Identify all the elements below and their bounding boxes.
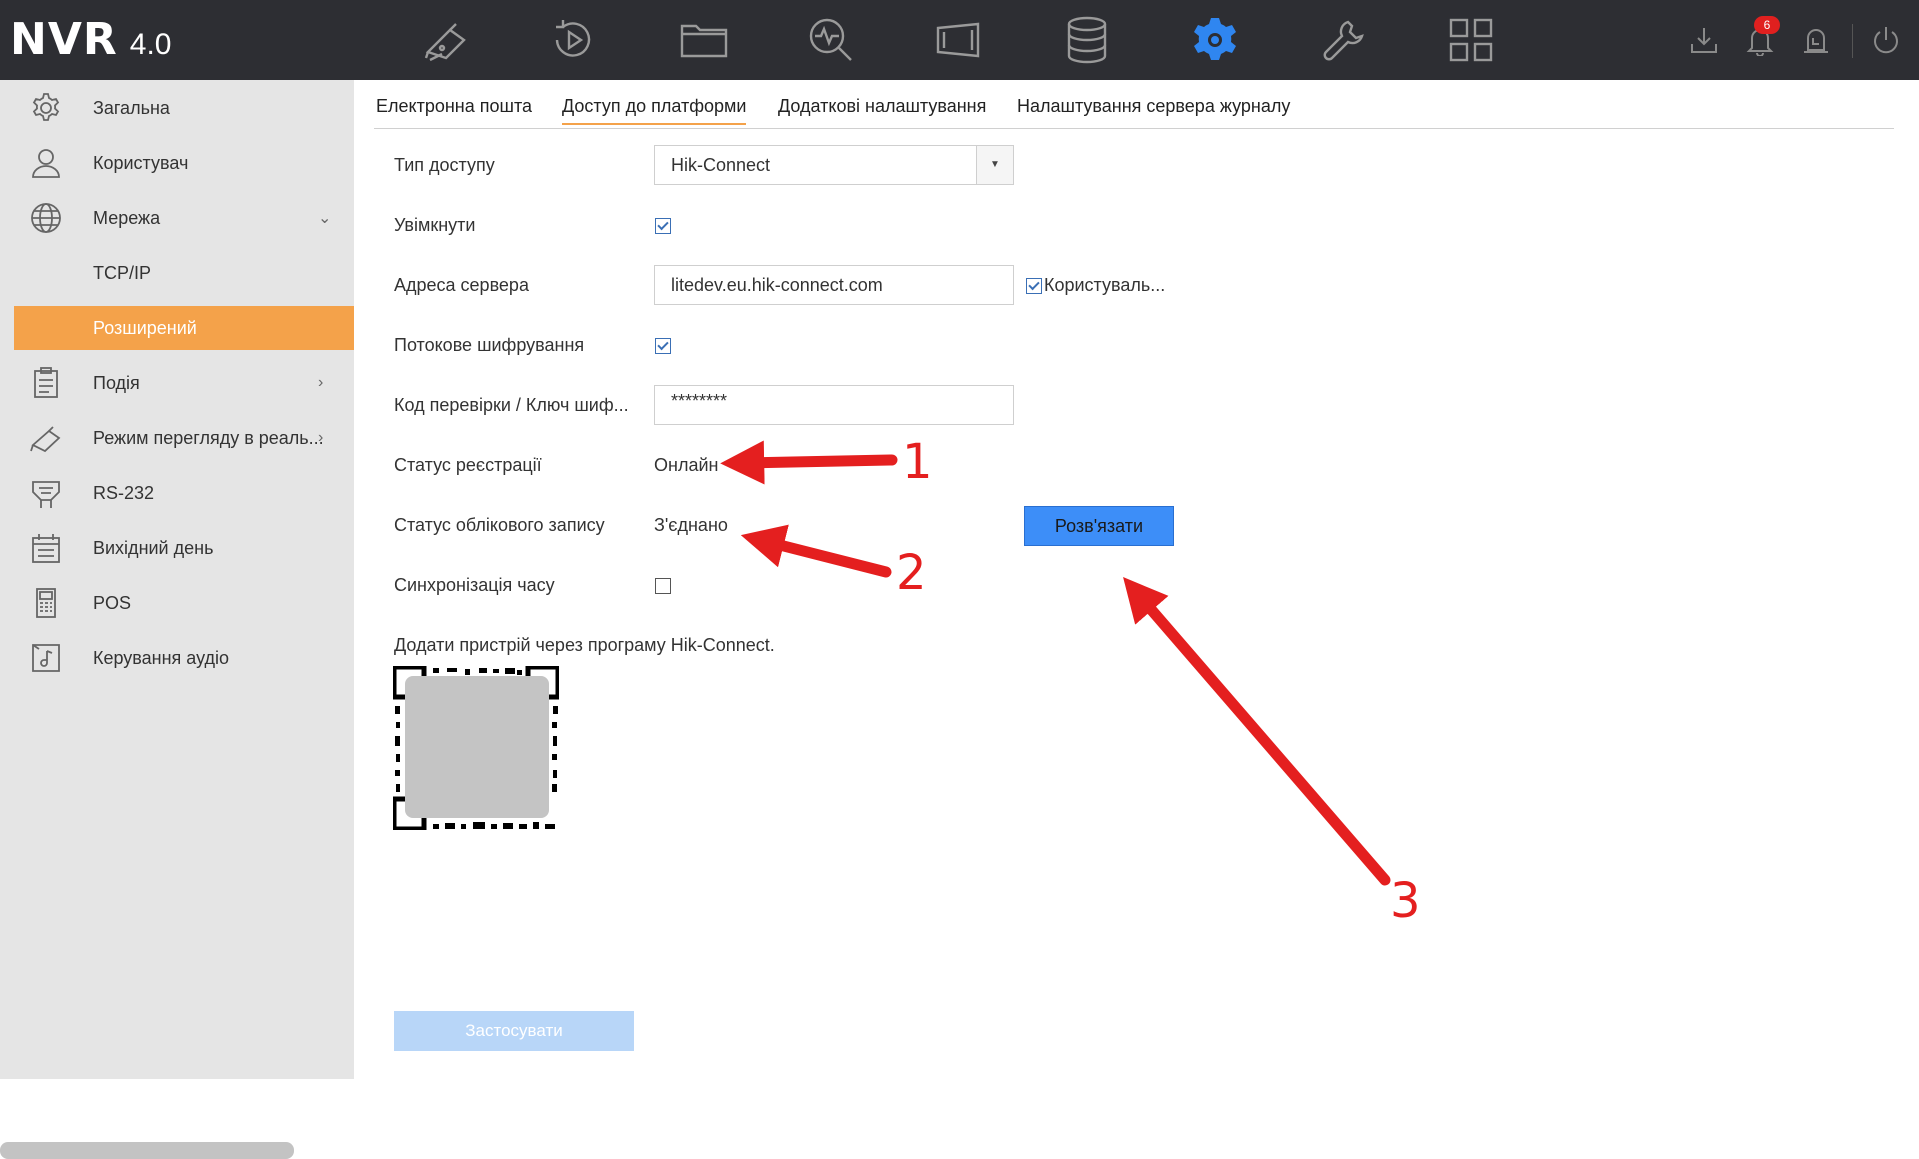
tab-platform-access[interactable]: Доступ до платформи [562, 96, 747, 125]
camera-icon [28, 420, 64, 456]
time-sync-checkbox[interactable] [655, 578, 671, 594]
annotation-number-1: 1 [902, 434, 933, 490]
settings-gear-icon[interactable] [1187, 12, 1243, 68]
annotation-arrow-3 [1123, 577, 1391, 886]
sidebar-item-label: TCP/IP [93, 262, 152, 283]
sidebar-item-pos[interactable]: POS [0, 581, 354, 625]
top-navigation-bar: NVR 4.0 6 [0, 0, 1919, 80]
chevron-down-icon[interactable]: ▼ [976, 146, 1013, 184]
sidebar-item-audio[interactable]: Керування аудіо [0, 636, 354, 680]
rs232-icon [28, 475, 64, 511]
file-folder-icon[interactable] [676, 12, 732, 68]
unbind-button[interactable]: Розв'язати [1024, 506, 1174, 546]
sidebar-item-live-view[interactable]: Режим перегляду в реаль... › [0, 416, 354, 460]
sidebar-item-label: Розширений [93, 317, 197, 338]
stream-encryption-checkbox[interactable] [655, 338, 671, 354]
custom-server-label: Користуваль... [1044, 275, 1166, 295]
verification-code-value: ******** [671, 391, 728, 411]
sidebar-item-user[interactable]: Користувач [0, 141, 354, 185]
account-status-value: З'єднано [654, 515, 728, 535]
enable-checkbox[interactable] [655, 218, 671, 234]
sidebar-item-rs232[interactable]: RS-232 [0, 471, 354, 515]
sidebar-item-label: Мережа [93, 207, 161, 228]
server-address-value: litedev.eu.hik-connect.com [671, 275, 883, 295]
registration-status-label: Статус реєстрації [394, 455, 542, 475]
sidebar-subitem-tcpip[interactable]: TCP/IP [0, 251, 354, 295]
smart-search-icon[interactable] [803, 12, 859, 68]
topbar-divider [1852, 24, 1853, 58]
sidebar-item-label: Загальна [93, 97, 170, 118]
playback-icon[interactable] [545, 12, 601, 68]
server-address-label: Адреса сервера [394, 275, 529, 295]
user-icon [28, 145, 64, 181]
settings-tabs: Електронна пошта Доступ до платформи Дод… [374, 90, 1894, 129]
maintenance-wrench-icon[interactable] [1316, 12, 1372, 68]
server-address-field[interactable]: litedev.eu.hik-connect.com [654, 265, 1014, 305]
brand-name: NVR [10, 14, 118, 65]
annotation-number-3: 3 [1390, 873, 1421, 929]
download-icon[interactable] [1684, 20, 1724, 60]
qr-code [391, 664, 561, 832]
live-view-camera-icon[interactable] [418, 12, 474, 68]
verification-code-label: Код перевірки / Ключ шиф... [394, 395, 629, 415]
tab-email[interactable]: Електронна пошта [376, 96, 532, 117]
verification-code-field[interactable]: ******** [654, 385, 1014, 425]
sidebar-item-event[interactable]: Подія › [0, 361, 354, 405]
annotation-number-2: 2 [896, 545, 927, 601]
video-wall-icon[interactable] [930, 12, 986, 68]
sidebar-item-holiday[interactable]: Вихідний день [0, 526, 354, 570]
access-type-value: Hik-Connect [671, 155, 771, 175]
registration-status-value: Онлайн [654, 455, 719, 475]
chevron-down-icon: ⌄ [318, 210, 332, 227]
notification-count-badge: 6 [1754, 16, 1780, 34]
pos-icon [28, 585, 64, 621]
annotation-arrow-1 [720, 440, 898, 485]
time-sync-label: Синхронізація часу [394, 575, 555, 595]
sidebar-scrollbar[interactable] [0, 1142, 294, 1159]
custom-server-checkbox[interactable] [1026, 278, 1042, 294]
storage-database-icon[interactable] [1059, 12, 1115, 68]
sidebar: Загальна Користувач Мережа ⌄ TCP/IP Розш… [0, 80, 354, 1159]
apply-button[interactable]: Застосувати [394, 1011, 634, 1051]
layout-grid-icon[interactable] [1443, 12, 1499, 68]
sidebar-item-label: Вихідний день [93, 537, 214, 558]
sidebar-subitem-advanced[interactable]: Розширений [14, 306, 354, 350]
sidebar-item-network[interactable]: Мережа ⌄ [0, 196, 354, 240]
account-status-label: Статус облікового запису [394, 515, 605, 535]
tab-additional-settings[interactable]: Додаткові налаштування [778, 96, 986, 117]
alarm-icon[interactable] [1796, 20, 1836, 60]
annotation-arrow-2 [740, 524, 892, 578]
add-device-hint: Додати пристрій через програму Hik-Conne… [394, 635, 775, 655]
app-logo: NVR 4.0 [10, 10, 171, 70]
power-icon[interactable] [1866, 20, 1906, 60]
calendar-icon [28, 530, 64, 566]
sidebar-item-general[interactable]: Загальна [0, 86, 354, 130]
sidebar-item-label: RS-232 [93, 482, 155, 503]
sidebar-item-label: Подія [93, 372, 140, 393]
sidebar-item-label: Керування аудіо [93, 647, 230, 668]
enable-label: Увімкнути [394, 215, 476, 235]
sidebar-item-label: POS [93, 592, 132, 613]
gear-icon [28, 90, 64, 126]
audio-icon [28, 640, 64, 676]
tab-log-server-settings[interactable]: Налаштування сервера журналу [1017, 96, 1290, 117]
stream-encryption-label: Потокове шифрування [394, 335, 585, 355]
sidebar-item-label: Режим перегляду в реаль... [93, 427, 324, 448]
brand-version: 4.0 [129, 28, 172, 61]
chevron-right-icon: › [318, 429, 324, 446]
globe-icon [28, 200, 64, 236]
access-type-label: Тип доступу [394, 155, 495, 175]
event-clipboard-icon [28, 365, 64, 401]
chevron-right-icon: › [318, 374, 324, 391]
sidebar-item-label: Користувач [93, 152, 189, 173]
access-type-select[interactable]: Hik-Connect ▼ [654, 145, 1014, 185]
